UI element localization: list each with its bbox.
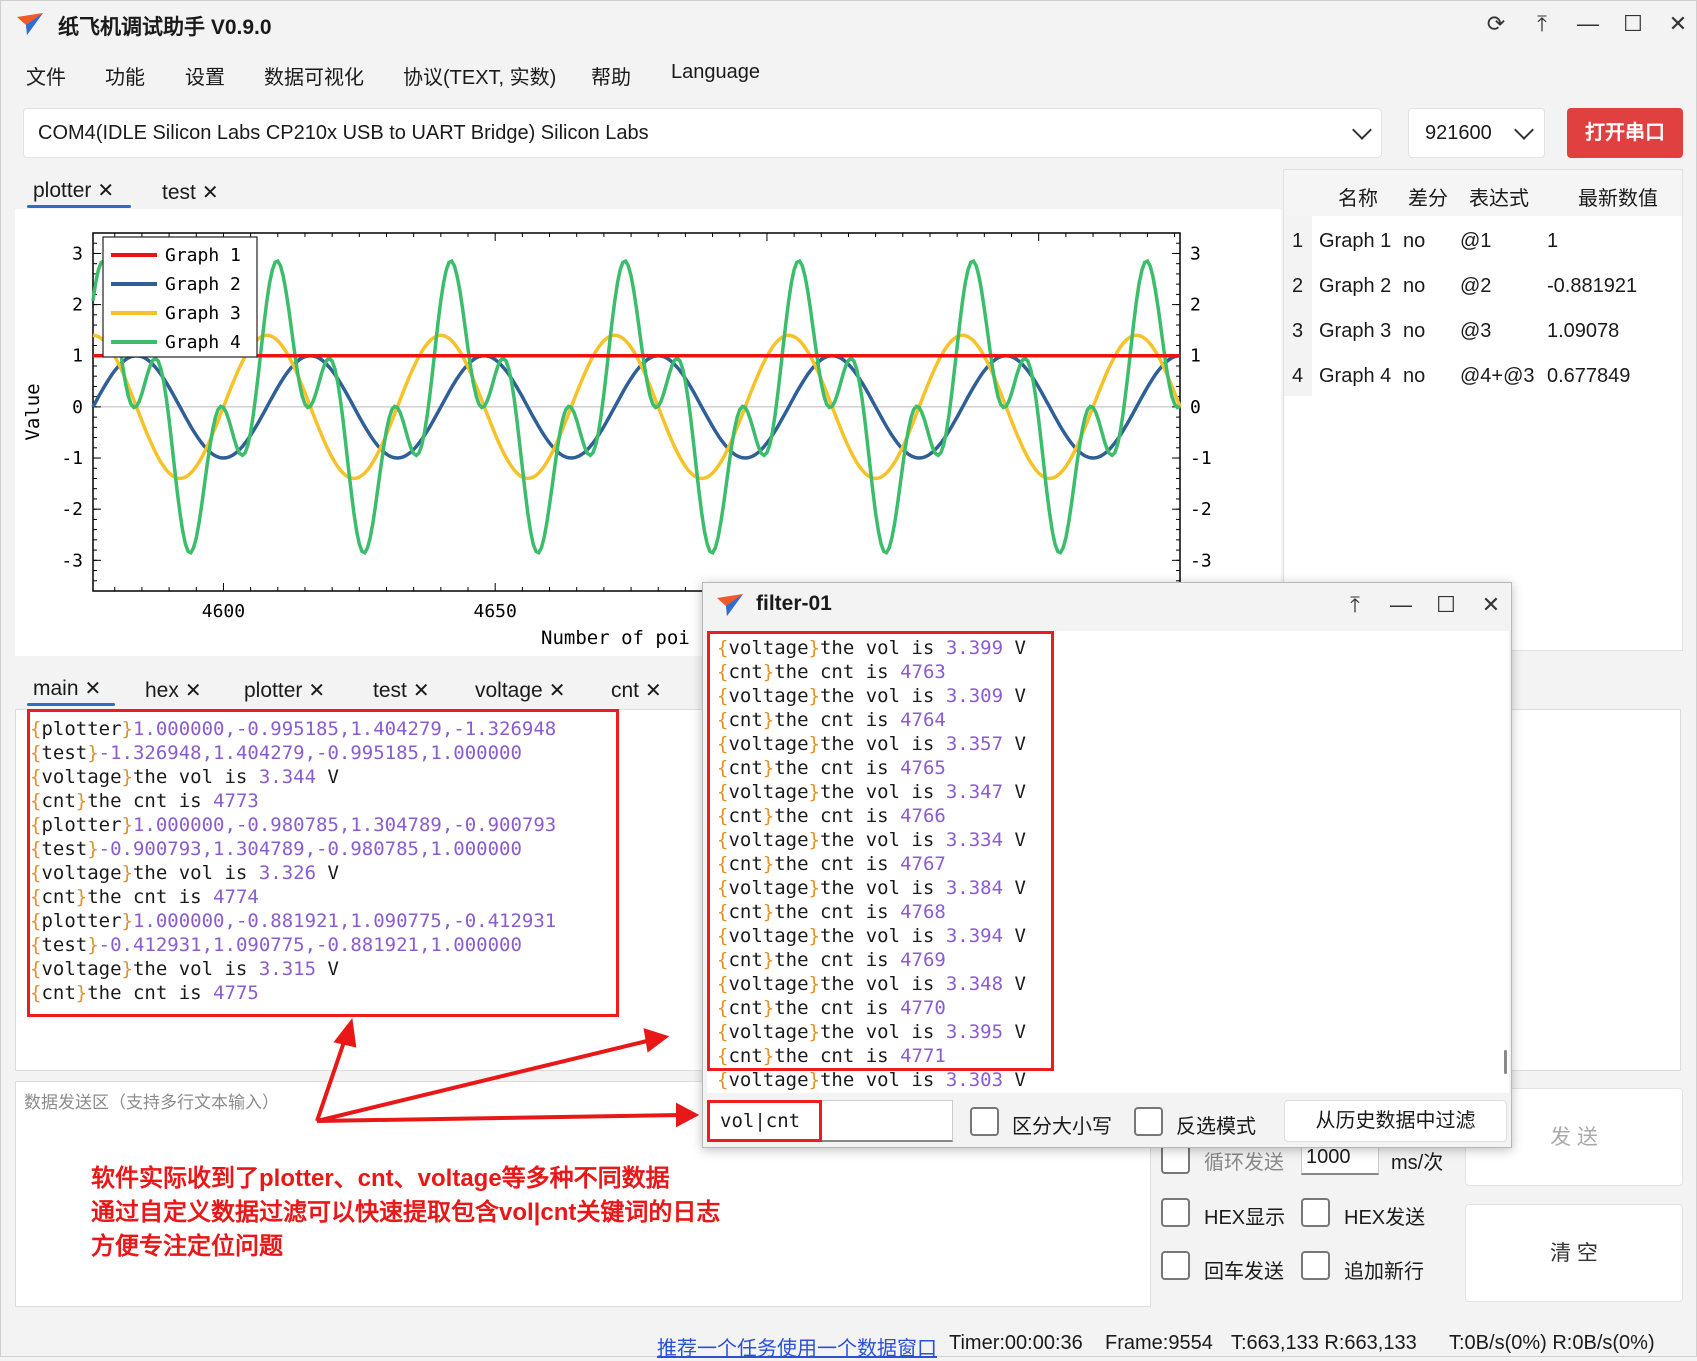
maximize-icon[interactable]: ☐ (1431, 590, 1461, 620)
append-newline-checkbox[interactable] (1301, 1251, 1330, 1280)
tx-rx-count: T:663,133 R:663,133 (1231, 1332, 1417, 1354)
invert-label: 反选模式 (1176, 1116, 1256, 1138)
log-tag: voltage (728, 1069, 809, 1091)
filter-line: {voltage}the vol is 3.303 V (717, 1069, 1026, 1091)
case-sensitive-label: 区分大小写 (1012, 1116, 1112, 1138)
highlight-box (707, 1100, 822, 1142)
close-icon[interactable]: ✕ (1476, 590, 1506, 620)
loop-send-checkbox[interactable] (1161, 1145, 1190, 1174)
timer-text: Timer:00:00:36 (949, 1332, 1083, 1354)
log-value: 3.303 (945, 1069, 1004, 1091)
cr-send-label: 回车发送 (1204, 1261, 1284, 1283)
main-window: 纸飞机调试助手 V0.9.0 ⟳ ⤒ — ☐ ✕ 文件 功能 设置 数据可视化 … (0, 0, 1697, 1360)
loop-send-label: 循环发送 (1204, 1152, 1284, 1174)
minimize-icon[interactable]: — (1386, 590, 1416, 620)
filter-title: filter-01 (756, 592, 832, 615)
status-bar: 推荐一个任务使用一个数据窗口 Timer:00:00:36 Frame:9554… (1, 1326, 1696, 1360)
frame-text: Frame:9554 (1105, 1332, 1213, 1354)
rate-text: T:0B/s(0%) R:0B/s(0%) (1449, 1332, 1655, 1354)
hex-send-label: HEX发送 (1344, 1207, 1426, 1229)
cr-send-checkbox[interactable] (1161, 1251, 1190, 1280)
paper-plane-icon (717, 594, 743, 616)
highlight-box (707, 631, 1054, 1071)
filter-history-button[interactable]: 从历史数据中过滤 (1284, 1100, 1507, 1142)
hex-send-checkbox[interactable] (1301, 1198, 1330, 1227)
tag-brace: { (717, 1069, 729, 1091)
log-text: the vol is (819, 1069, 946, 1091)
hex-display-checkbox[interactable] (1161, 1198, 1190, 1227)
pin-top-icon[interactable]: ⤒ (1340, 590, 1370, 620)
hex-display-label: HEX显示 (1204, 1207, 1286, 1229)
clear-button[interactable]: 清 空 (1465, 1204, 1683, 1302)
loop-unit-label: ms/次 (1391, 1152, 1444, 1174)
scrollbar-thumb[interactable] (1504, 1050, 1507, 1074)
filter-window: filter-01 ⤒ — ☐ ✕ {voltage}the vol is 3.… (702, 582, 1512, 1148)
append-newline-label: 追加新行 (1344, 1261, 1424, 1283)
case-sensitive-checkbox[interactable] (970, 1107, 999, 1136)
log-unit: V (1003, 1069, 1026, 1091)
invert-checkbox[interactable] (1134, 1107, 1163, 1136)
tag-brace: } (808, 1069, 820, 1091)
